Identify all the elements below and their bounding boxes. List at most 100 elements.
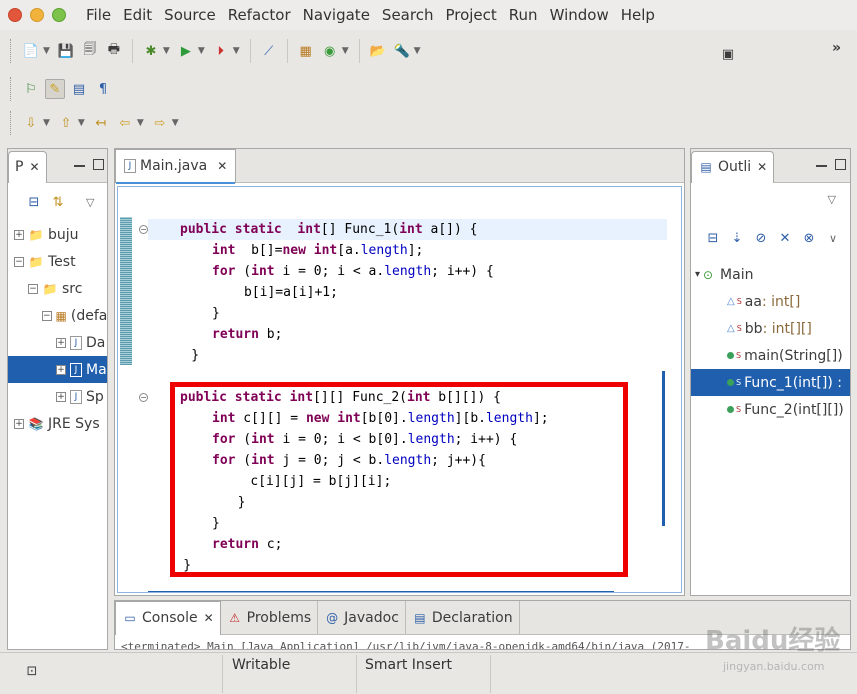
save-icon[interactable]: 💾 <box>56 41 76 61</box>
menu-edit[interactable]: Edit <box>117 6 158 24</box>
tree-item[interactable]: + 📁 buju <box>8 221 107 248</box>
method-icon <box>727 406 734 413</box>
fast-view-icon[interactable]: ⊡ <box>22 661 42 681</box>
window-maximize-button[interactable] <box>52 8 66 22</box>
collapse-icon[interactable]: − <box>14 256 24 267</box>
new-java-package-icon[interactable]: ▦ <box>296 41 316 61</box>
close-icon[interactable]: ✕ <box>204 611 214 625</box>
expand-icon[interactable]: + <box>56 391 66 402</box>
menu-file[interactable]: File <box>80 6 117 24</box>
next-annotation-icon[interactable]: ⇩ <box>21 113 41 133</box>
search-dropdown[interactable]: ▼ <box>414 46 421 56</box>
close-icon[interactable]: ✕ <box>217 159 227 173</box>
tree-item[interactable]: − 📁 Test <box>8 248 107 275</box>
menu-search[interactable]: Search <box>376 6 440 24</box>
debug-dropdown[interactable]: ▼ <box>163 46 170 56</box>
expand-icon[interactable]: + <box>14 418 24 429</box>
forward-dropdown[interactable]: ▼ <box>172 118 179 128</box>
tree-item[interactable]: + J Sp <box>8 383 107 410</box>
outline-item[interactable]: S Func_2(int[][]) <box>691 396 850 423</box>
menu-navigate[interactable]: Navigate <box>297 6 376 24</box>
forward-icon[interactable]: ⇨ <box>150 113 170 133</box>
hide-non-public-icon[interactable]: ⊗ <box>799 228 819 248</box>
link-with-editor-icon[interactable]: ⇅ <box>48 192 68 212</box>
outline-item[interactable]: △ Saa: int[] <box>691 288 850 315</box>
tab-package-explorer[interactable]: P ✕ <box>8 150 47 183</box>
new-class-dropdown[interactable]: ▼ <box>342 46 349 56</box>
vertical-scrollbar[interactable] <box>662 371 665 526</box>
close-icon[interactable]: ✕ <box>29 160 39 174</box>
debug-icon[interactable]: ✱ <box>141 41 161 61</box>
toolbar-overflow-icon[interactable]: » <box>832 40 841 56</box>
menu-help[interactable]: Help <box>615 6 661 24</box>
run-dropdown[interactable]: ▼ <box>198 46 205 56</box>
expand-icon[interactable]: + <box>56 364 66 375</box>
next-annotation-dropdown[interactable]: ▼ <box>43 118 50 128</box>
tree-item[interactable]: − 📁 src <box>8 275 107 302</box>
menu-run[interactable]: Run <box>503 6 544 24</box>
external-tools-icon[interactable]: ⏵ <box>211 41 231 61</box>
tree-item[interactable]: + J Da <box>8 329 107 356</box>
collapse-all-icon[interactable]: ⊟ <box>24 192 44 212</box>
hide-static-icon[interactable]: ✕ <box>775 228 795 248</box>
window-minimize-button[interactable] <box>30 8 44 22</box>
tree-item[interactable]: − ▦ (defa <box>8 302 107 329</box>
menu-refactor[interactable]: Refactor <box>222 6 297 24</box>
search-icon[interactable]: 🔦 <box>392 41 412 61</box>
open-perspective-icon[interactable]: ▣ <box>718 44 738 64</box>
collapse-all-icon[interactable]: ⊟ <box>703 228 723 248</box>
minimize-icon[interactable] <box>74 165 85 168</box>
toggle-ant-editor-icon[interactable]: ⚐ <box>21 79 41 99</box>
close-icon[interactable]: ✕ <box>757 160 767 174</box>
window-close-button[interactable] <box>8 8 22 22</box>
horizontal-scrollbar[interactable] <box>148 591 614 592</box>
back-icon[interactable]: ⇦ <box>115 113 135 133</box>
skip-breakpoints-icon[interactable]: ⟋ <box>259 41 279 61</box>
outline-dropdown-icon[interactable]: ∨ <box>829 232 837 245</box>
last-edit-location-icon[interactable]: ↤ <box>91 113 111 133</box>
external-tools-dropdown[interactable]: ▼ <box>233 46 240 56</box>
outline-item[interactable]: △ Sbb: int[][] <box>691 315 850 342</box>
fold-icon[interactable]: − <box>139 225 148 234</box>
collapse-icon[interactable]: − <box>28 283 38 294</box>
tree-item[interactable]: + 📚 JRE Sys <box>8 410 107 437</box>
back-dropdown[interactable]: ▼ <box>137 118 144 128</box>
outline-item[interactable]: Smain(String[]) <box>691 342 850 369</box>
new-dropdown[interactable]: ▼ <box>43 46 50 56</box>
menu-project[interactable]: Project <box>439 6 502 24</box>
open-type-icon[interactable]: 📂 <box>368 41 388 61</box>
previous-annotation-icon[interactable]: ⇧ <box>56 113 76 133</box>
run-icon[interactable]: ▶ <box>176 41 196 61</box>
tab-javadoc[interactable]: @ Javadoc <box>318 600 406 635</box>
tab-main-java[interactable]: J Main.java ✕ <box>115 148 237 184</box>
new-icon[interactable]: 📄 <box>21 41 41 61</box>
tab-problems[interactable]: ⚠ Problems <box>221 600 319 635</box>
view-menu-icon[interactable]: ▽ <box>86 196 94 209</box>
maximize-icon[interactable] <box>93 159 104 170</box>
toggle-block-selection-icon[interactable]: ▤ <box>69 79 89 99</box>
tree-item[interactable]: + J Ma <box>8 356 107 383</box>
hide-fields-icon[interactable]: ⊘ <box>751 228 771 248</box>
sort-icon[interactable]: ⇣ <box>727 228 747 248</box>
previous-annotation-dropdown[interactable]: ▼ <box>78 118 85 128</box>
new-java-class-icon[interactable]: ◉ <box>320 41 340 61</box>
view-menu-icon[interactable]: ▽ <box>828 193 836 206</box>
save-all-icon[interactable]: 🗐 <box>80 41 100 61</box>
toggle-mark-occurrences-icon[interactable]: ✎ <box>45 79 65 99</box>
maximize-icon[interactable] <box>835 159 846 170</box>
code-editor[interactable]: − − public static int[] Func_1(int a[]) … <box>117 186 682 593</box>
menu-window[interactable]: Window <box>544 6 615 24</box>
outline-item[interactable]: ▾ ⊙ Main <box>691 261 850 288</box>
expand-icon[interactable]: + <box>14 229 24 240</box>
print-icon[interactable]: 🖶 <box>104 41 124 61</box>
expand-icon[interactable]: + <box>56 337 66 348</box>
collapse-icon[interactable]: − <box>42 310 52 321</box>
outline-item[interactable]: S Func_1(int[]) : <box>691 369 850 396</box>
fold-icon[interactable]: − <box>139 393 148 402</box>
minimize-icon[interactable] <box>816 165 827 168</box>
show-whitespace-icon[interactable]: ¶ <box>93 79 113 99</box>
menu-source[interactable]: Source <box>158 6 222 24</box>
tab-declaration[interactable]: ▤ Declaration <box>406 600 520 635</box>
tab-console[interactable]: ▭ Console ✕ <box>115 600 221 635</box>
tab-outline[interactable]: ▤ Outli ✕ <box>691 150 775 183</box>
